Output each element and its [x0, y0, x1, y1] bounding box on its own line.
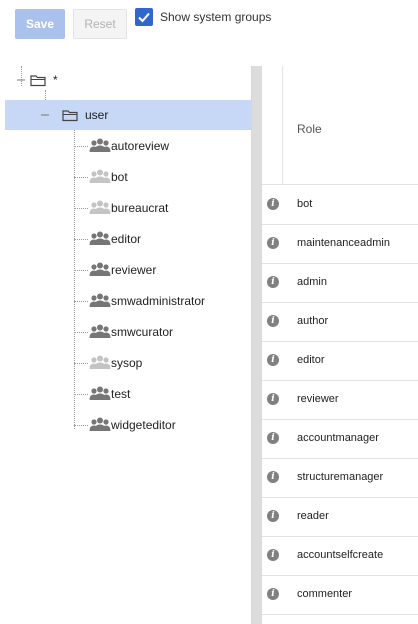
grid-row[interactable]: i structuremanager: [262, 458, 418, 498]
role-name: editor: [297, 354, 325, 366]
folder-open-icon: [62, 110, 78, 122]
users-icon: [89, 262, 111, 276]
info-icon[interactable]: i: [267, 588, 279, 600]
role-name: structuremanager: [297, 471, 384, 483]
toolbar: Save Reset Show system groups: [0, 0, 418, 66]
tree-node-label: smwadministrator: [111, 294, 206, 308]
tree-node-group[interactable]: bot: [5, 163, 251, 191]
info-icon[interactable]: i: [267, 198, 279, 210]
tree-node-label: bureaucrat: [111, 201, 169, 215]
tree-connector: [74, 146, 88, 147]
group-tree: * user autoreview bot bureaucrat editor revi…: [5, 66, 252, 624]
info-icon[interactable]: i: [267, 354, 279, 366]
collapse-icon[interactable]: [40, 110, 50, 120]
info-icon[interactable]: i: [267, 315, 279, 327]
tree-node-group[interactable]: widgeteditor: [5, 411, 251, 439]
tree-node-group[interactable]: reviewer: [5, 256, 251, 284]
users-icon: [89, 293, 111, 307]
grid-row[interactable]: i reviewer: [262, 380, 418, 420]
role-name: bot: [297, 198, 313, 210]
tree-node-group[interactable]: smwadministrator: [5, 287, 251, 315]
tree-connector: [74, 270, 88, 271]
tree-connector: [74, 363, 88, 364]
tree-node-label: smwcurator: [111, 325, 174, 339]
tree-connector: [74, 301, 88, 302]
splitter-handle[interactable]: [252, 66, 262, 624]
info-icon[interactable]: i: [267, 237, 279, 249]
users-icon: [89, 200, 111, 214]
show-system-groups-checkbox[interactable]: [135, 8, 153, 26]
grid-row[interactable]: i author: [262, 302, 418, 342]
tree-node-label: widgeteditor: [111, 418, 176, 432]
grid-row[interactable]: i maintenanceadmin: [262, 224, 418, 264]
role-grid: Role i bot i maintenanceadmin i admin i author i…: [262, 66, 418, 624]
tree-node-label: user: [85, 108, 109, 122]
grid-row[interactable]: i accountmanager: [262, 419, 418, 459]
grid-row[interactable]: i editor: [262, 341, 418, 381]
users-icon: [89, 355, 111, 369]
role-name: maintenanceadmin: [297, 237, 390, 249]
tree-node-group[interactable]: sysop: [5, 349, 251, 377]
info-icon[interactable]: i: [267, 549, 279, 561]
column-header-role[interactable]: Role: [297, 122, 322, 136]
folder-open-icon: [30, 75, 46, 87]
reset-button[interactable]: Reset: [73, 9, 127, 39]
grid-row[interactable]: i commenter: [262, 575, 418, 615]
tree-node-label: bot: [111, 170, 128, 184]
role-name: admin: [297, 276, 327, 288]
tree-node-group[interactable]: test: [5, 380, 251, 408]
grid-header: Role: [262, 66, 418, 185]
users-icon: [89, 324, 111, 338]
show-system-groups-label[interactable]: Show system groups: [160, 10, 271, 24]
tree-node-label: editor: [111, 232, 142, 246]
users-icon: [89, 138, 111, 152]
role-name: reviewer: [297, 393, 339, 405]
checkmark-icon: [138, 12, 150, 23]
collapse-icon[interactable]: [16, 75, 26, 85]
tree-node-group[interactable]: editor: [5, 225, 251, 253]
users-icon: [89, 231, 111, 245]
info-icon[interactable]: i: [267, 393, 279, 405]
column-divider: [282, 66, 283, 184]
tree-connector: [74, 239, 88, 240]
info-icon[interactable]: i: [267, 510, 279, 522]
tree-node-group[interactable]: smwcurator: [5, 318, 251, 346]
tree-connector: [74, 332, 88, 333]
tree-node-label: autoreview: [111, 139, 170, 153]
save-button[interactable]: Save: [15, 9, 65, 39]
tree-connector: [74, 177, 88, 178]
grid-row[interactable]: i admin: [262, 263, 418, 303]
tree-node-root[interactable]: *: [5, 66, 251, 94]
tree-node-label: reviewer: [111, 263, 157, 277]
tree-connector: [74, 425, 88, 426]
role-name: commenter: [297, 588, 353, 600]
tree-node-group[interactable]: bureaucrat: [5, 194, 251, 222]
role-name: accountmanager: [297, 432, 379, 444]
info-icon[interactable]: i: [267, 432, 279, 444]
tree-connector: [74, 208, 88, 209]
info-icon[interactable]: i: [267, 276, 279, 288]
tree-node-label: sysop: [111, 356, 143, 370]
tree-connector: [74, 394, 88, 395]
role-name: author: [297, 315, 329, 327]
users-icon: [89, 386, 111, 400]
role-name: reader: [297, 510, 329, 522]
tree-node-label: *: [53, 73, 58, 87]
tree-node-label: test: [111, 387, 131, 401]
role-name: accountselfcreate: [297, 549, 384, 561]
info-icon[interactable]: i: [267, 471, 279, 483]
grid-row[interactable]: i bot: [262, 185, 418, 225]
users-icon: [89, 169, 111, 183]
tree-node-group[interactable]: autoreview: [5, 132, 251, 160]
tree-node-user[interactable]: user: [5, 100, 251, 130]
grid-row[interactable]: i reader: [262, 497, 418, 537]
users-icon: [89, 417, 111, 431]
grid-row[interactable]: i accountselfcreate: [262, 536, 418, 576]
